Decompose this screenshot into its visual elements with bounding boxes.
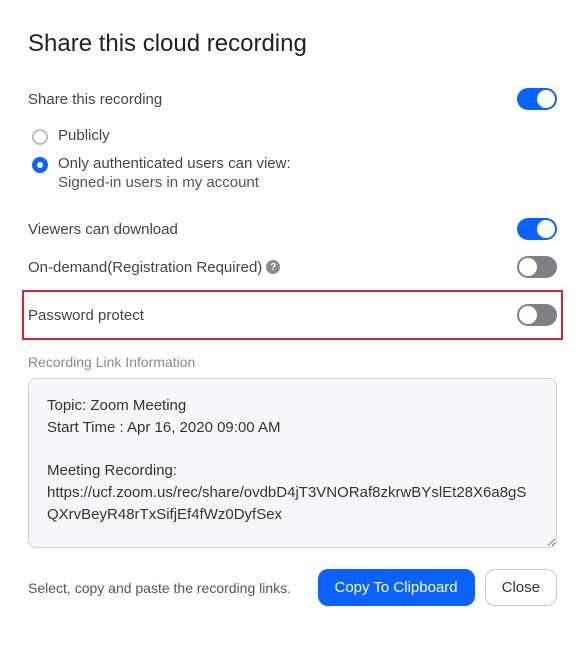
- share-visibility-group: Publicly Only authenticated users can vi…: [28, 122, 557, 196]
- share-recording-dialog: Share this cloud recording Share this re…: [0, 0, 585, 626]
- download-row: Viewers can download: [28, 210, 557, 248]
- share-toggle[interactable]: [517, 88, 557, 110]
- link-section-label: Recording Link Information: [28, 354, 557, 370]
- password-label: Password protect: [28, 307, 144, 324]
- ondemand-toggle[interactable]: [517, 256, 557, 278]
- dialog-footer: Select, copy and paste the recording lin…: [28, 569, 557, 606]
- ondemand-label: On-demand(Registration Required): [28, 259, 262, 276]
- radio-checked-icon: [32, 157, 48, 173]
- radio-authenticated[interactable]: Only authenticated users can view: Signe…: [28, 150, 557, 196]
- footer-hint: Select, copy and paste the recording lin…: [28, 580, 308, 596]
- download-label: Viewers can download: [28, 221, 178, 238]
- ondemand-row: On-demand(Registration Required) ?: [28, 248, 557, 286]
- radio-public[interactable]: Publicly: [28, 122, 557, 150]
- dialog-title: Share this cloud recording: [28, 30, 557, 58]
- help-icon[interactable]: ?: [266, 260, 280, 274]
- toggle-knob: [519, 258, 537, 276]
- password-toggle[interactable]: [517, 304, 557, 326]
- radio-public-label: Publicly: [58, 127, 110, 144]
- recording-link-textarea[interactable]: [28, 378, 557, 548]
- close-button[interactable]: Close: [485, 569, 557, 606]
- copy-to-clipboard-button[interactable]: Copy To Clipboard: [318, 569, 475, 606]
- password-row: Password protect: [22, 290, 563, 340]
- download-toggle[interactable]: [517, 218, 557, 240]
- toggle-knob: [537, 220, 555, 238]
- share-label: Share this recording: [28, 91, 162, 108]
- share-row: Share this recording: [28, 80, 557, 118]
- ondemand-label-wrap: On-demand(Registration Required) ?: [28, 259, 280, 276]
- radio-unchecked-icon: [32, 129, 48, 145]
- toggle-knob: [519, 306, 537, 324]
- toggle-knob: [537, 90, 555, 108]
- radio-auth-label: Only authenticated users can view: Signe…: [58, 155, 291, 191]
